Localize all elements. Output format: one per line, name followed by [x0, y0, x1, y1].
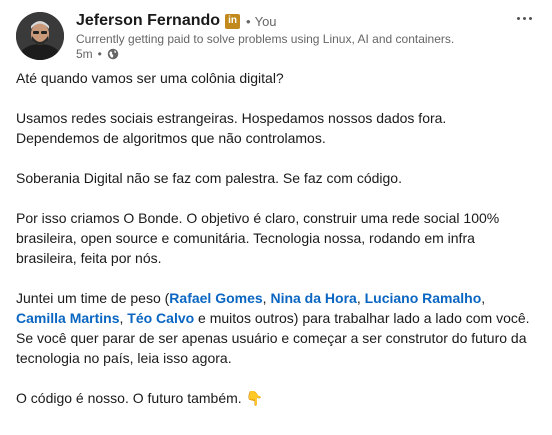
comma: , [356, 290, 361, 306]
more-horizontal-icon [516, 16, 520, 20]
paragraph-text: Juntei um time de peso ( [16, 290, 170, 306]
post-paragraph-6: Se você quer parar de ser apenas usuário… [16, 330, 527, 366]
separator-dot: • [246, 13, 251, 29]
post-paragraph-3: Soberania Digital não se faz com palestr… [16, 170, 402, 186]
avatar-photo [16, 12, 64, 60]
more-options-button[interactable] [512, 6, 536, 30]
comma: , [481, 290, 486, 306]
post-timestamp[interactable]: 5m [76, 47, 93, 61]
author-row: Jeferson Fernando in • You [76, 12, 277, 30]
mention-link[interactable]: Camilla Martins [16, 310, 119, 326]
comma: , [119, 310, 124, 326]
post-meta: 5m • [76, 47, 119, 61]
post-text: Até quando vamos ser uma colônia digital… [16, 68, 536, 408]
mention-link[interactable]: Nina da Hora [270, 290, 356, 306]
avatar[interactable] [16, 12, 64, 60]
post-paragraph-7: O código é nosso. O futuro também. 👇 [16, 388, 536, 408]
mention-link[interactable]: Téo Calvo [127, 310, 194, 326]
pointing-down-emoji-icon: 👇 [245, 390, 263, 406]
post-paragraph-5: Juntei um time de peso (Rafael Gomes, Ni… [16, 288, 536, 328]
mention-link[interactable]: Rafael Gomes [169, 290, 262, 306]
linkedin-post-card: Jeferson Fernando in • You Currently get… [0, 0, 552, 435]
more-dot [528, 16, 532, 20]
author-name[interactable]: Jeferson Fernando [76, 12, 220, 30]
author-headline: Currently getting paid to solve problems… [76, 32, 455, 46]
comma: , [262, 290, 267, 306]
linkedin-premium-badge-icon: in [225, 13, 241, 29]
paragraph-text: O código é nosso. O futuro também. [16, 390, 242, 406]
meta-separator: • [97, 47, 102, 61]
paragraph-text: e muitos outros) para trabalhar lado a l… [194, 310, 530, 326]
globe-icon [107, 48, 119, 60]
post-line: Dependemos de algoritmos que não control… [16, 130, 326, 146]
post-paragraph-1: Até quando vamos ser uma colônia digital… [16, 70, 284, 86]
more-dot [522, 16, 526, 20]
relation-label: You [254, 13, 277, 29]
post-line: Usamos redes sociais estrangeiras. Hospe… [16, 110, 447, 126]
post-paragraph-2: Usamos redes sociais estrangeiras. Hospe… [16, 108, 536, 148]
mention-link[interactable]: Luciano Ramalho [365, 290, 482, 306]
post-paragraph-4: Por isso criamos O Bonde. O objetivo é c… [16, 210, 500, 266]
